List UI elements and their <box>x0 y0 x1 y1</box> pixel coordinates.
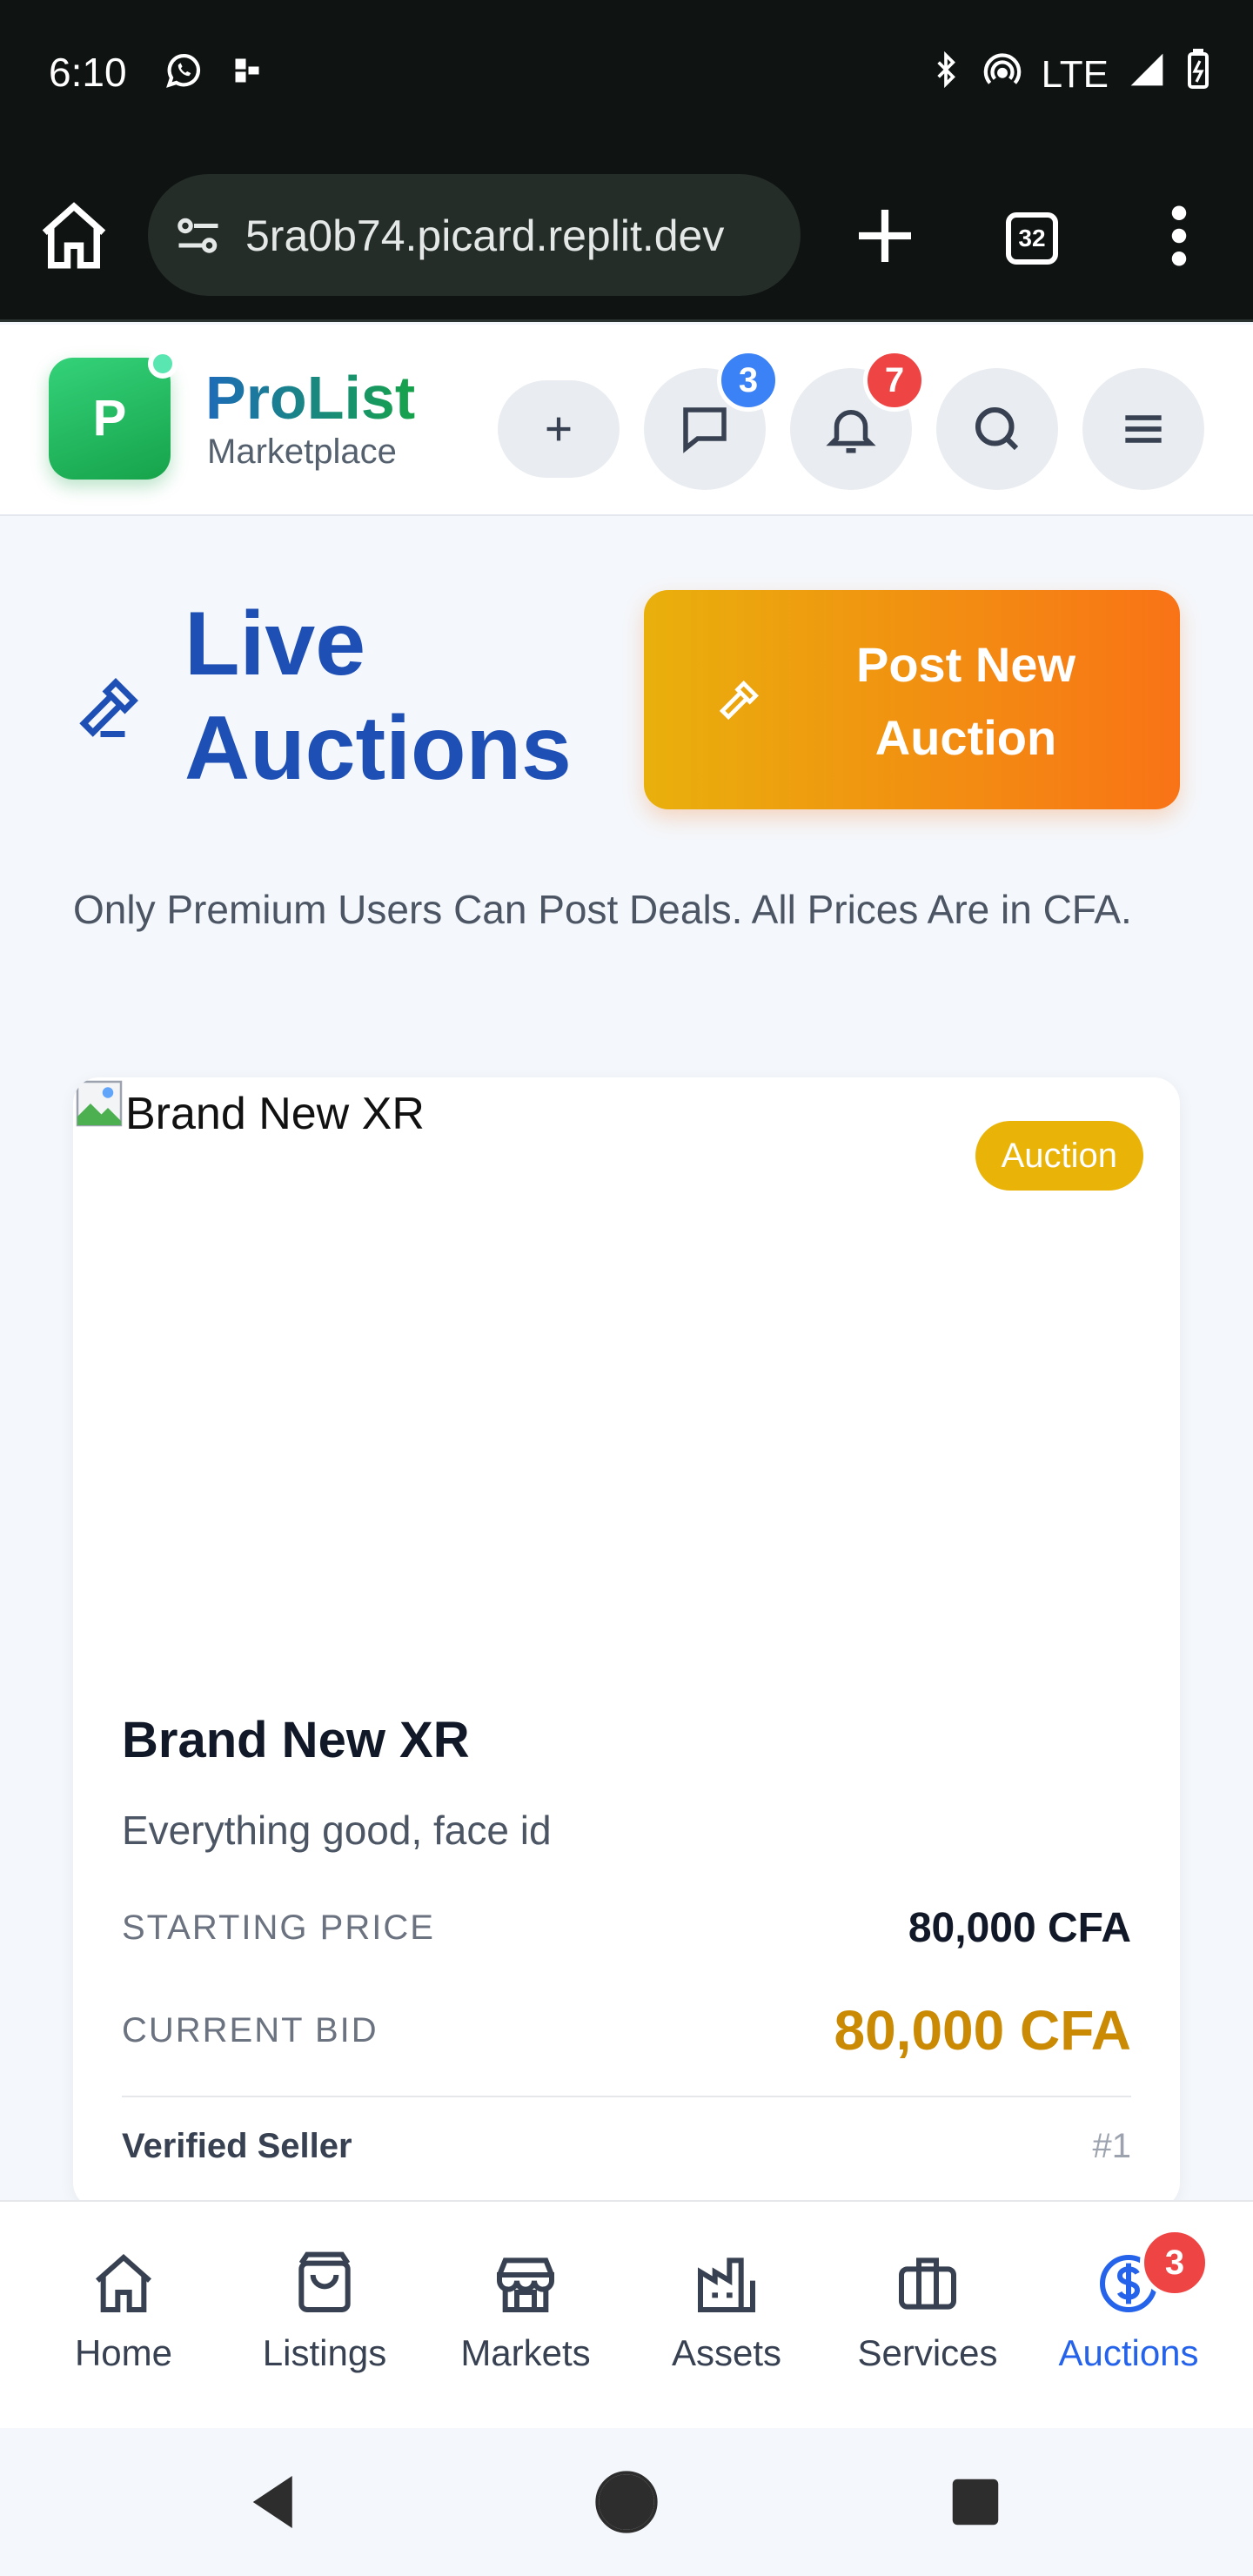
starting-price-value: 80,000 CFA <box>908 1905 1131 1951</box>
image-alt-text: Brand New XR <box>125 1089 425 1139</box>
current-bid-label: CURRENT BID <box>122 2010 379 2049</box>
recents-button[interactable] <box>936 2463 1015 2541</box>
nav-label: Home <box>74 2332 173 2373</box>
post-new-auction-label: Post New Auction <box>855 637 1076 765</box>
auction-card[interactable]: Brand New XR Auction Brand New XR Everyt… <box>73 1077 1180 2209</box>
site-settings-icon[interactable] <box>172 211 224 267</box>
bottom-navigation: Home Listings Markets Assets Services 3 … <box>0 2200 1253 2428</box>
tab-count: 32 <box>1006 212 1058 265</box>
nav-label: Listings <box>262 2332 387 2373</box>
factory-icon <box>698 2257 755 2312</box>
bluetooth-icon <box>928 50 963 99</box>
starting-price-label: STARTING PRICE <box>122 1909 435 1947</box>
nav-markets[interactable]: Markets <box>425 2202 626 2430</box>
brand-subtitle: Marketplace <box>207 433 397 471</box>
auction-tag: Auction <box>975 1121 1143 1191</box>
back-button[interactable] <box>237 2463 315 2541</box>
nav-label: Markets <box>460 2332 591 2373</box>
notifications-badge: 7 <box>863 349 926 412</box>
url-text[interactable]: 5ra0b74.picard.replit.dev <box>245 211 785 261</box>
browser-home-button[interactable] <box>35 197 113 275</box>
tab-switcher-button[interactable]: 32 <box>992 200 1072 280</box>
auction-title[interactable]: Brand New XR <box>122 1711 470 1769</box>
card-divider <box>122 2096 1131 2097</box>
search-button[interactable] <box>936 368 1058 490</box>
search-icon <box>975 406 1019 451</box>
menu-button[interactable] <box>1082 368 1204 490</box>
briefcase-icon <box>899 2257 956 2310</box>
browser-toolbar: 5ra0b74.picard.replit.dev 32 <box>0 148 1253 322</box>
address-bar[interactable]: 5ra0b74.picard.replit.dev <box>148 174 801 296</box>
nav-auctions[interactable]: 3 Auctions <box>1029 2202 1229 2430</box>
current-bid-row: CURRENT BID 80,000 CFA <box>122 1998 1131 2063</box>
page-subtitle: Only Premium Users Can Post Deals. All P… <box>73 887 1132 932</box>
plus-icon <box>546 417 571 441</box>
brand-name[interactable]: ProList <box>205 363 415 433</box>
messages-badge: 3 <box>717 349 780 412</box>
network-type: LTE <box>1041 52 1109 96</box>
bell-icon <box>826 410 876 453</box>
android-navigation-bar <box>0 2428 1253 2576</box>
auctions-badge: 3 <box>1140 2228 1209 2298</box>
app-header: P ProList Marketplace 3 7 <box>0 325 1253 516</box>
home-icon <box>96 2253 151 2312</box>
page-title: Live Auctions <box>184 594 572 799</box>
status-time: 6:10 <box>49 50 127 95</box>
nav-services[interactable]: Services <box>828 2202 1028 2430</box>
current-bid-value: 80,000 CFA <box>834 1999 1131 2062</box>
gavel-icon <box>73 670 146 748</box>
hamburger-icon <box>1125 415 1162 443</box>
auction-image[interactable]: Brand New XR Auction <box>73 1077 1180 1669</box>
home-nav-button[interactable] <box>587 2463 666 2541</box>
hotspot-icon <box>982 50 1022 99</box>
shopping-bag-icon <box>298 2251 351 2312</box>
nav-home[interactable]: Home <box>23 2202 224 2430</box>
browser-menu-icon[interactable] <box>1149 197 1209 275</box>
post-new-auction-button[interactable]: Post New Auction <box>644 590 1180 809</box>
brand-logo[interactable]: P <box>49 358 171 480</box>
battery-icon <box>1185 48 1211 100</box>
app-notification-icon <box>231 55 263 91</box>
nav-assets[interactable]: Assets <box>626 2202 827 2430</box>
store-icon <box>497 2257 554 2312</box>
message-icon <box>683 407 727 453</box>
android-status-bar: 6:10 LTE <box>0 0 1253 148</box>
auction-description: Everything good, face id <box>122 1808 552 1853</box>
nav-label: Services <box>857 2332 998 2373</box>
messages-button[interactable]: 3 <box>644 349 780 490</box>
add-listing-button[interactable] <box>498 380 620 478</box>
gavel-icon <box>715 675 764 728</box>
whatsapp-icon <box>162 49 205 97</box>
seller-row: Verified Seller #1 <box>122 2127 1131 2166</box>
seller-label: Verified Seller <box>122 2127 352 2165</box>
lot-number: #1 <box>1092 2127 1132 2165</box>
signal-icon <box>1128 50 1166 98</box>
notifications-button[interactable]: 7 <box>790 349 926 490</box>
nav-label: Auctions <box>1058 2332 1199 2373</box>
broken-image-icon <box>76 1080 123 1127</box>
nav-label: Assets <box>671 2332 782 2373</box>
online-indicator <box>148 349 178 379</box>
new-tab-button[interactable] <box>846 197 924 275</box>
starting-price-row: STARTING PRICE 80,000 CFA <box>122 1904 1131 1952</box>
nav-listings[interactable]: Listings <box>224 2202 425 2430</box>
